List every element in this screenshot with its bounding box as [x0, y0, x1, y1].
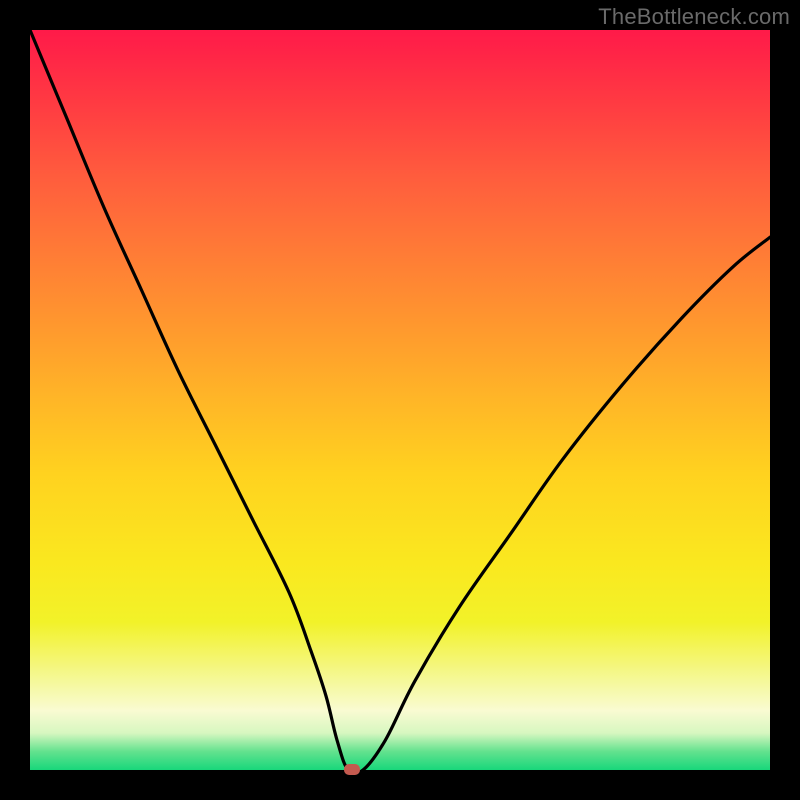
curve-path [30, 30, 770, 770]
chart-stage: TheBottleneck.com [0, 0, 800, 800]
bottleneck-curve [30, 30, 770, 770]
plot-area [30, 30, 770, 770]
watermark-text: TheBottleneck.com [598, 4, 790, 30]
optimum-marker [344, 764, 360, 775]
